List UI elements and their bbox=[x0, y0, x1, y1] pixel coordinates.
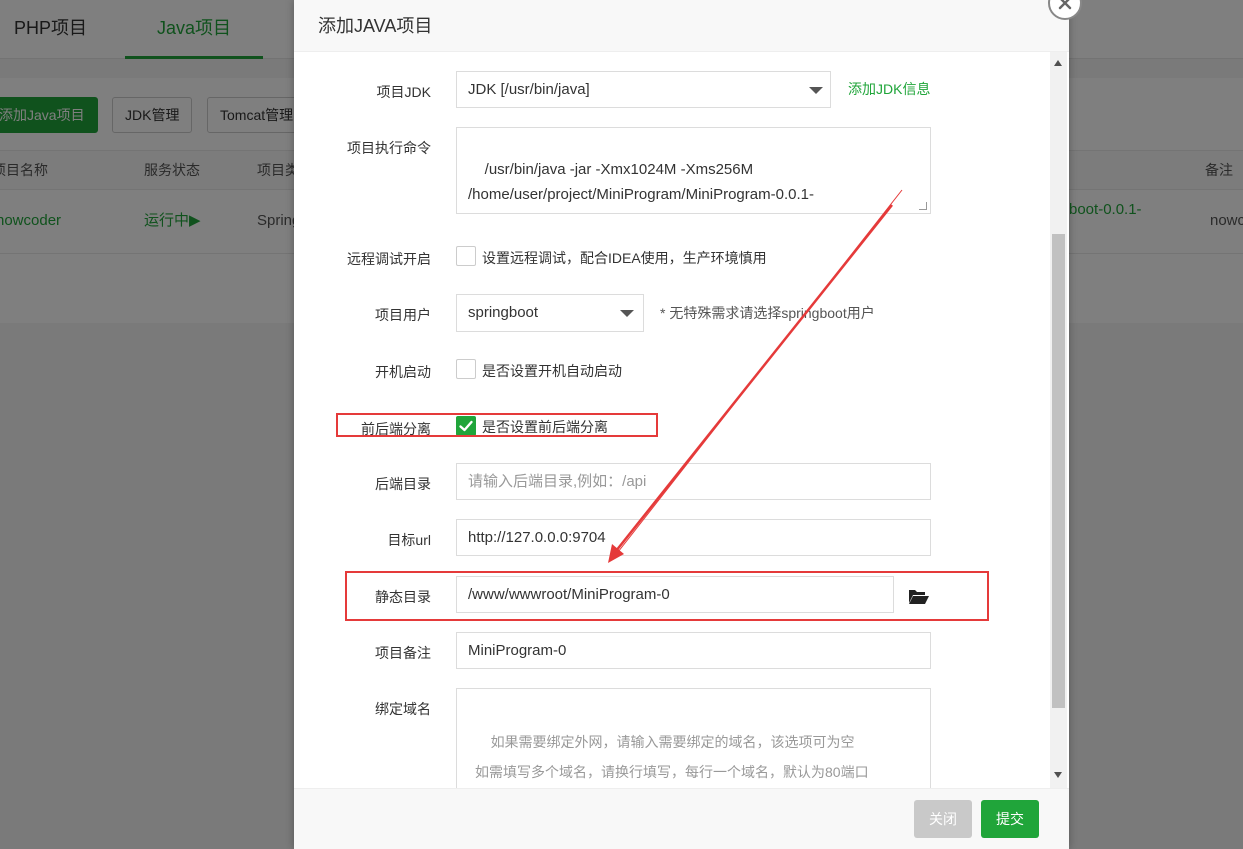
scroll-thumb[interactable] bbox=[1052, 234, 1065, 708]
dialog-footer: 关闭 提交 bbox=[294, 788, 1069, 849]
submit-button[interactable]: 提交 bbox=[981, 800, 1039, 838]
close-button[interactable]: 关闭 bbox=[914, 800, 972, 838]
add-java-project-dialog: 添加JAVA项目 项目JDK JDK [/usr/bin/java] 添加JDK… bbox=[294, 0, 1082, 849]
annotation-arrow bbox=[608, 189, 903, 563]
scroll-up-icon[interactable] bbox=[1054, 60, 1062, 66]
dialog-scrollbar[interactable] bbox=[1050, 52, 1067, 788]
scroll-down-icon[interactable] bbox=[1054, 772, 1062, 778]
